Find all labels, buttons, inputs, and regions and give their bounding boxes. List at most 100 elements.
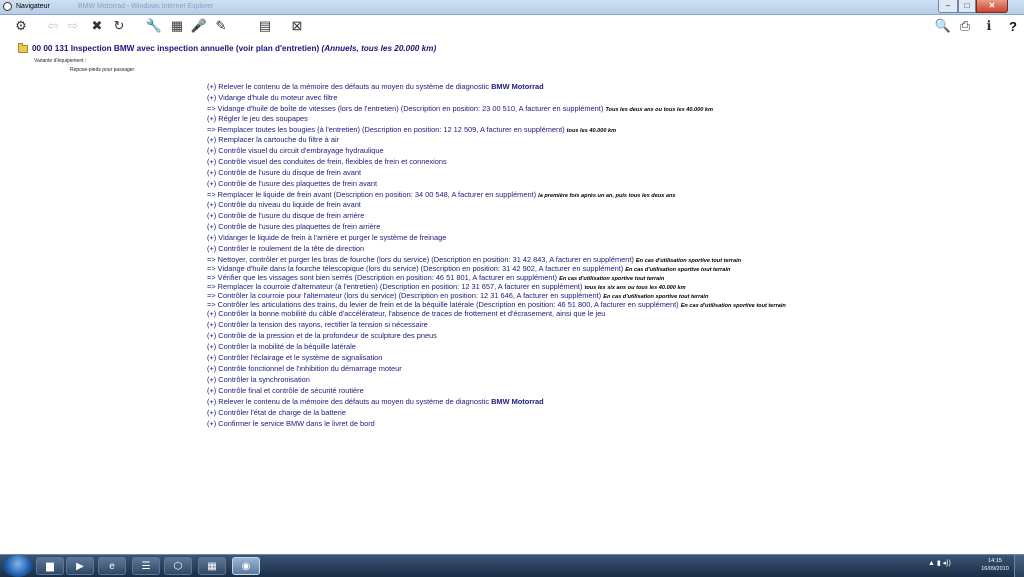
inspection-step: (+) Contrôler l'éclairage et le système …	[207, 353, 382, 362]
step-text: (+) Contrôle de l'usure des plaquettes d…	[207, 179, 378, 188]
inspection-step: (+) Relever le contenu de la mémoire des…	[207, 397, 544, 406]
window-title-bar[interactable]: Navigateur BMW Motorrad - Windows Intern…	[0, 0, 1024, 15]
inspection-step: (+) Contrôler la tension des rayons, rec…	[207, 320, 428, 329]
inspection-step: (+) Contrôle de l'usure du disque de fre…	[207, 211, 364, 220]
inspection-step: (+) Contrôle visuel des conduites de fre…	[207, 157, 447, 166]
list-window-icon[interactable]: ☰	[132, 557, 160, 575]
step-note: la première fois après un an, puis tous …	[538, 193, 676, 199]
wrench-icon[interactable]: 🔧	[145, 17, 163, 35]
internet-explorer-icon[interactable]: e	[98, 557, 126, 575]
microphone-icon[interactable]: 🎤	[190, 17, 208, 35]
step-text: => Remplacer toutes les bougies (à l'ent…	[207, 125, 565, 134]
bmw-app-icon[interactable]: ◉	[232, 557, 260, 575]
step-text: (+) Contrôle de l'usure des plaquettes d…	[207, 222, 381, 231]
folder-icon	[18, 43, 28, 53]
refresh-icon[interactable]: ↻	[110, 17, 128, 35]
step-text: (+) Vidanger le liquide de frein à l'arr…	[207, 233, 447, 242]
document-view: 00 00 131 Inspection BMW avec inspection…	[0, 38, 1024, 554]
back-arrow-icon[interactable]: ⇦	[44, 17, 62, 35]
inspection-step: (+) Contrôle du niveau du liquide de fre…	[207, 200, 361, 209]
step-text: (+) Contrôle final et contrôle de sécuri…	[207, 386, 364, 395]
inspection-step: (+) Remplacer la cartouche du filtre à a…	[207, 135, 339, 144]
step-text: (+) Confirmer le service BMW dans le liv…	[207, 419, 375, 428]
window-title: Navigateur	[16, 3, 50, 10]
step-text: (+) Contrôler la synchronisation	[207, 375, 310, 384]
step-brand: BMW Motorrad	[491, 397, 544, 406]
inspection-step: (+) Vidange d'huile du moteur avec filtr…	[207, 93, 337, 102]
heading-title: 00 00 131 Inspection BMW avec inspection…	[32, 44, 320, 53]
tools-icon[interactable]: ✎	[212, 17, 230, 35]
step-text: (+) Vidange d'huile du moteur avec filtr…	[207, 93, 338, 102]
heading-note: (Annuels, tous les 20.000 km)	[321, 44, 437, 53]
step-text: => Vidange d'huile de boîte de vitesses …	[207, 104, 604, 113]
step-text: => Contrôler les articulations des train…	[207, 300, 679, 309]
filter-icon[interactable]: ⊠	[288, 17, 306, 35]
inspection-step: (+) Contrôle de l'usure des plaquettes d…	[207, 222, 380, 231]
maximize-button[interactable]: □	[958, 0, 976, 13]
hierarchy-icon[interactable]: ⚙	[12, 17, 30, 35]
table-icon[interactable]: ▦	[168, 17, 186, 35]
step-note: tous les 40.000 km	[566, 128, 617, 134]
search-icon[interactable]: 🔍	[934, 17, 952, 35]
forward-arrow-icon[interactable]: ⇨	[64, 17, 82, 35]
inspection-step: (+) Contrôler la synchronisation	[207, 375, 310, 384]
inspection-step: (+) Contrôler le roulement de la tête de…	[207, 244, 364, 253]
info-icon[interactable]: ℹ	[980, 17, 998, 35]
close-circle-icon[interactable]: ✖	[88, 17, 106, 35]
document-stack-icon[interactable]: ▤	[256, 17, 274, 35]
step-text: (+) Contrôler l'éclairage et le système …	[207, 353, 383, 362]
taskbar: ▆ ▶ e ☰ ⬡ ▦ ◉ ▲ ▮ ◂)) 14:15 16/09/2010	[0, 554, 1024, 577]
step-text: => Remplacer la courroie d'alternateur (…	[207, 282, 583, 291]
step-text: (+) Contrôle de la pression et de la pro…	[207, 331, 437, 340]
step-text: (+) Contrôle du niveau du liquide de fre…	[207, 200, 361, 209]
step-note: En cas d'utilisation sportive tout terra…	[680, 303, 786, 309]
step-text: (+) Remplacer la cartouche du filtre à a…	[207, 135, 340, 144]
inspection-step: (+) Contrôle de la pression et de la pro…	[207, 331, 437, 340]
step-text: => Contrôler la courroie pour l'alternat…	[207, 291, 602, 300]
document-heading: 00 00 131 Inspection BMW avec inspection…	[32, 44, 436, 54]
folder-app-icon[interactable]: ▦	[198, 557, 226, 575]
clock[interactable]: 14:15 16/09/2010	[978, 557, 1012, 573]
background-window-title: BMW Motorrad - Windows Internet Explorer	[78, 3, 214, 10]
inspection-step: (+) Relever le contenu de la mémoire des…	[207, 82, 544, 91]
inspection-step: (+) Régler le jeu des soupapes	[207, 114, 308, 123]
step-text: (+) Contrôle visuel des conduites de fre…	[207, 157, 447, 166]
show-desktop-button[interactable]	[1014, 555, 1024, 577]
explorer-folder-icon[interactable]: ▆	[36, 557, 64, 575]
print-icon[interactable]: ⎙	[956, 17, 974, 35]
step-brand: BMW Motorrad	[491, 82, 544, 91]
step-text: (+) Contrôle visuel du circuit d'embraya…	[207, 146, 384, 155]
inspection-step: (+) Contrôle de l'usure des plaquettes d…	[207, 179, 377, 188]
step-text: (+) Contrôler la mobilité de la béquille…	[207, 342, 356, 351]
close-window-button[interactable]: ✕	[976, 0, 1008, 13]
inspection-step: (+) Contrôler la bonne mobilité du câble…	[207, 309, 605, 318]
navigator-app-icon	[3, 2, 12, 11]
help-icon[interactable]: ?	[1004, 17, 1022, 35]
step-text: (+) Contrôler la bonne mobilité du câble…	[207, 309, 606, 318]
variant-value: Repose-pieds pour passager	[70, 67, 135, 73]
step-text: (+) Contrôle de l'usure du disque de fre…	[207, 211, 365, 220]
inspection-step: (+) Confirmer le service BMW dans le liv…	[207, 419, 375, 428]
step-text: (+) Contrôler l'état de charge de la bat…	[207, 408, 346, 417]
inspection-step: (+) Contrôler la mobilité de la béquille…	[207, 342, 356, 351]
step-text: (+) Relever le contenu de la mémoire des…	[207, 397, 492, 406]
step-text: => Vidange d'huile dans la fourche téles…	[207, 264, 624, 273]
step-text: (+) Contrôler le roulement de la tête de…	[207, 244, 365, 253]
step-text: => Remplacer le liquide de frein avant (…	[207, 190, 537, 199]
network-icon[interactable]: ⬡	[164, 557, 192, 575]
media-player-icon[interactable]: ▶	[66, 557, 94, 575]
variant-label: Variante d'équipement :	[34, 58, 87, 64]
step-text: (+) Contrôler la tension des rayons, rec…	[207, 320, 428, 329]
inspection-step: (+) Contrôle final et contrôle de sécuri…	[207, 386, 364, 395]
start-button[interactable]	[3, 555, 33, 577]
minimize-button[interactable]: –	[938, 0, 958, 13]
system-tray[interactable]: ▲ ▮ ◂))	[928, 559, 951, 567]
toolbar: ⚙ ⇦ ⇨ ✖ ↻ 🔧 ▦ 🎤 ✎ ▤ ⊠ 🔍 ⎙ ℹ?	[0, 15, 1024, 37]
inspection-step: (+) Contrôle de l'usure du disque de fre…	[207, 168, 361, 177]
step-text: (+) Contrôle de l'usure du disque de fre…	[207, 168, 362, 177]
step-text: => Nettoyer, contrôler et purger les bra…	[207, 255, 634, 264]
clock-date: 16/09/2010	[981, 566, 1009, 572]
inspection-step: (+) Contrôle visuel du circuit d'embraya…	[207, 146, 384, 155]
inspection-step: (+) Contrôler l'état de charge de la bat…	[207, 408, 346, 417]
step-text: (+) Contrôle fonctionnel de l'inhibition…	[207, 364, 402, 373]
